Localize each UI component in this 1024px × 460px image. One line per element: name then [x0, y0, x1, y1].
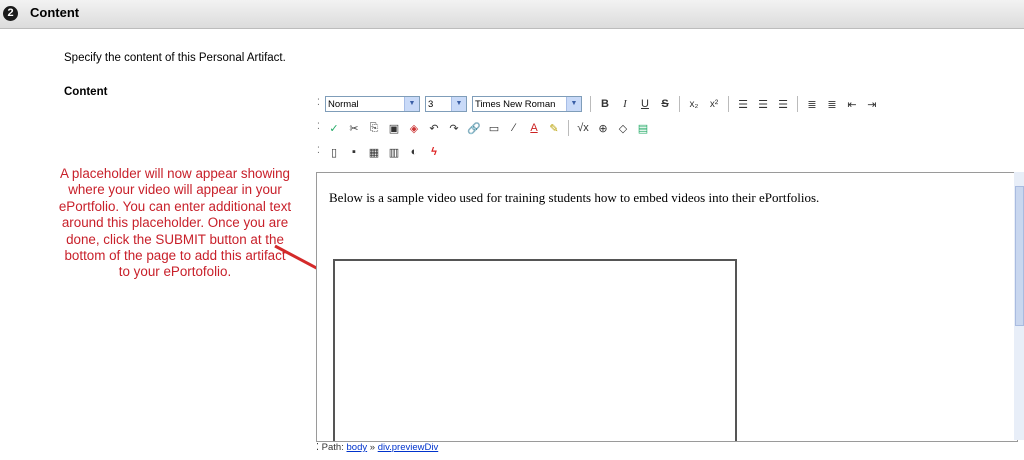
toolbar-grip-icon[interactable]: ⁚ [317, 98, 323, 109]
cut-icon[interactable]: ✂ [345, 119, 363, 137]
insert-media-icon[interactable]: ▦ [365, 143, 383, 161]
link-icon[interactable]: 🔗 [465, 119, 483, 137]
toolbar-row-3: ⁚ ▯ ▪ ▦ ▥ ◐ ϟ [317, 141, 443, 163]
separator [797, 96, 798, 112]
superscript-button[interactable]: x² [705, 95, 723, 113]
redo-icon[interactable]: ↷ [445, 119, 463, 137]
table-icon[interactable]: ▭ [485, 119, 503, 137]
path-label: Path: [321, 442, 344, 453]
insert-image-icon[interactable]: ▪ [345, 143, 363, 161]
align-right-icon[interactable]: ☰ [774, 95, 792, 113]
insert-document-icon[interactable]: ▥ [385, 143, 403, 161]
underline-button[interactable]: U [636, 95, 654, 113]
toolbar-row-2: ⁚ ✓ ✂ ⎘ ▣ ◈ ↶ ↷ 🔗 ▭ ∕ A ✎ √x ⊕ ◇ ▤ [317, 117, 652, 139]
undo-icon[interactable]: ↶ [425, 119, 443, 137]
align-center-icon[interactable]: ☰ [754, 95, 772, 113]
format-select-value: Normal [328, 98, 359, 110]
chevron-down-icon: ▼ [451, 97, 466, 111]
embed-icon[interactable]: ⊕ [594, 119, 612, 137]
callout-annotation: A placeholder will now appear showing wh… [58, 166, 292, 280]
font-select-value: Times New Roman [475, 98, 556, 110]
highlight-icon[interactable]: ✎ [545, 119, 563, 137]
strikethrough-button[interactable]: S [656, 95, 674, 113]
preview-icon[interactable]: ▤ [634, 119, 652, 137]
editor-body-text[interactable]: Below is a sample video used for trainin… [329, 187, 979, 208]
path-separator: » [369, 442, 376, 453]
equation-icon[interactable]: √x [574, 119, 592, 137]
editor-statusbar: ⁚ Path: body » div.previewDiv [316, 442, 1024, 460]
indent-icon[interactable]: ⇥ [863, 95, 881, 113]
bold-button[interactable]: B [596, 95, 614, 113]
html-source-icon[interactable]: ◈ [405, 119, 423, 137]
italic-button[interactable]: I [616, 95, 634, 113]
separator [679, 96, 680, 112]
content-field-label: Content [64, 86, 108, 98]
align-left-icon[interactable]: ☰ [734, 95, 752, 113]
subscript-button[interactable]: x₂ [685, 95, 703, 113]
section-header: 2 Content [0, 0, 1024, 29]
step-number-badge: 2 [3, 6, 18, 21]
flash-icon[interactable]: ϟ [425, 143, 443, 161]
section-title: Content [30, 5, 80, 20]
copy-icon[interactable]: ⎘ [365, 119, 383, 137]
outdent-icon[interactable]: ⇤ [843, 95, 861, 113]
chevron-down-icon: ▼ [404, 97, 419, 111]
insert-audio-icon[interactable]: ◐ [405, 143, 423, 161]
ordered-list-icon[interactable]: ≣ [803, 95, 821, 113]
editor-scroll-thumb[interactable] [1015, 186, 1024, 326]
spellcheck-icon[interactable]: ✓ [325, 119, 343, 137]
toolbar-row-1: ⁚ Normal ▼ 3 ▼ Times New Roman ▼ B I U S… [317, 93, 881, 115]
editor-toolbar: ⁚ Normal ▼ 3 ▼ Times New Roman ▼ B I U S… [313, 87, 1024, 173]
separator [728, 96, 729, 112]
font-color-icon[interactable]: A [525, 119, 543, 137]
size-select[interactable]: 3 ▼ [425, 96, 467, 112]
draw-icon[interactable]: ∕ [505, 119, 523, 137]
instructions-text: Specify the content of this Personal Art… [64, 52, 286, 64]
attach-file-icon[interactable]: ▯ [325, 143, 343, 161]
toolbar-grip-icon[interactable]: ⁚ [317, 122, 323, 133]
path-crumb-div[interactable]: div.previewDiv [378, 442, 439, 453]
font-select[interactable]: Times New Roman ▼ [472, 96, 582, 112]
size-select-value: 3 [428, 98, 434, 110]
rich-text-editor[interactable]: Below is a sample video used for trainin… [316, 172, 1018, 442]
separator [590, 96, 591, 112]
unordered-list-icon[interactable]: ≣ [823, 95, 841, 113]
chevron-down-icon: ▼ [566, 97, 581, 111]
separator [568, 120, 569, 136]
video-placeholder[interactable] [333, 259, 737, 441]
format-select[interactable]: Normal ▼ [325, 96, 420, 112]
code-icon[interactable]: ◇ [614, 119, 632, 137]
path-crumb-body[interactable]: body [347, 442, 368, 453]
toolbar-grip-icon[interactable]: ⁚ [317, 146, 323, 157]
paste-icon[interactable]: ▣ [385, 119, 403, 137]
